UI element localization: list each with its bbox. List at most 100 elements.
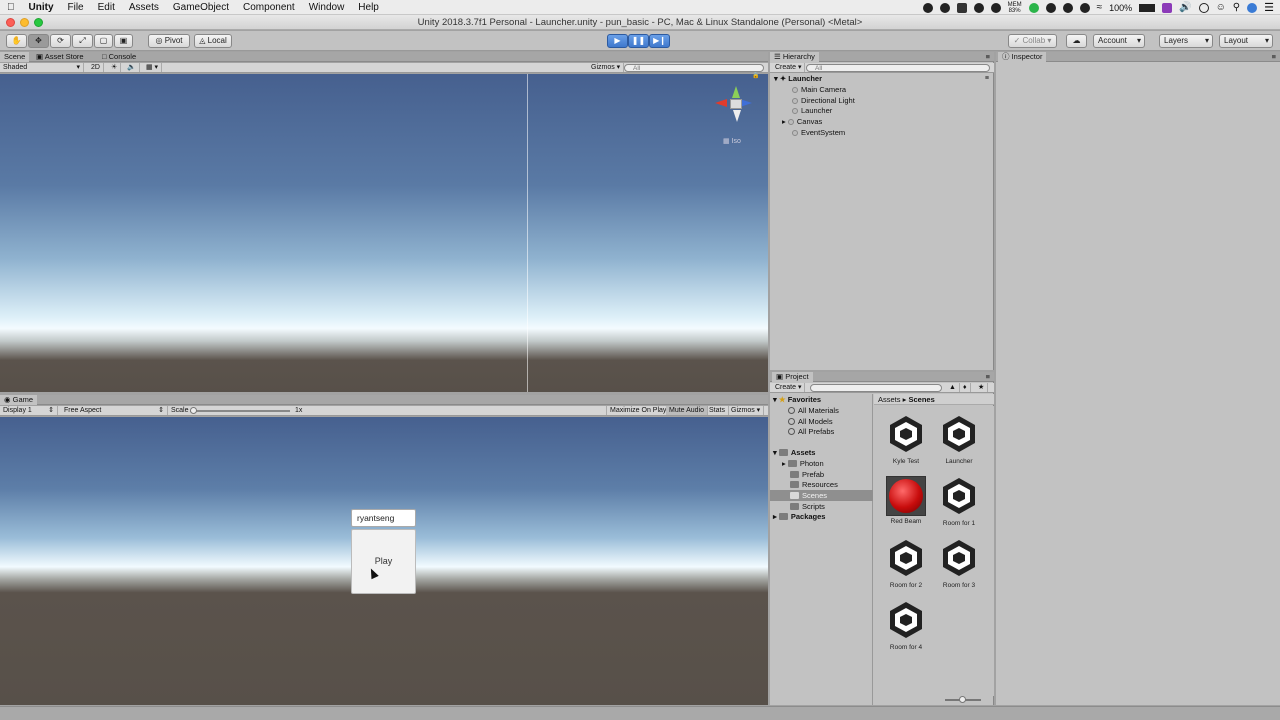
close-window-button[interactable] xyxy=(6,18,15,27)
battery-icon[interactable] xyxy=(1139,3,1156,12)
stats-toggle[interactable]: Stats xyxy=(706,406,729,415)
menu-edit[interactable]: Edit xyxy=(91,2,122,13)
maximize-on-play-toggle[interactable]: Maximize On Play xyxy=(606,406,671,415)
lighting-toggle[interactable]: ☀ xyxy=(108,63,122,72)
time-machine-icon[interactable] xyxy=(1062,2,1073,13)
favorite-all-models[interactable]: All Models xyxy=(788,417,833,428)
menu-help[interactable]: Help xyxy=(351,2,386,13)
bluetooth-icon[interactable] xyxy=(1079,2,1090,13)
asset-room-for-2[interactable]: Room for 2 xyxy=(882,538,930,589)
asset-room-for-4[interactable]: Room for 4 xyxy=(882,600,930,651)
asset-red-beam[interactable]: Red Beam xyxy=(882,476,930,525)
favorite-star-icon[interactable]: ★ xyxy=(975,383,989,392)
tab-console[interactable]: □ Console xyxy=(98,52,140,62)
aspect-dropdown[interactable]: Free Aspect ⇕ xyxy=(61,406,168,415)
project-create-dropdown[interactable]: Create ▾ xyxy=(772,383,806,392)
wifi-icon[interactable]: ≈ xyxy=(1097,2,1103,13)
assets-root[interactable]: ▾ Assets xyxy=(773,448,815,459)
clock-icon[interactable] xyxy=(1198,2,1209,13)
scale-tool-button[interactable]: ⤢ xyxy=(72,34,93,48)
move-tool-button[interactable]: ✥ xyxy=(28,34,49,48)
project-search-input[interactable] xyxy=(810,384,942,392)
user-icon[interactable]: ☺ xyxy=(1216,2,1226,13)
panel-menu-icon[interactable]: ≡ xyxy=(1272,52,1276,62)
tab-asset-store[interactable]: ▣ Asset Store xyxy=(32,52,88,62)
favorite-all-materials[interactable]: All Materials xyxy=(788,406,839,417)
spotlight-icon[interactable]: ⚲ xyxy=(1233,2,1240,13)
spotify-icon[interactable] xyxy=(1028,2,1039,13)
tab-game[interactable]: ◉ Game xyxy=(0,395,38,405)
play-button[interactable]: ▶ xyxy=(607,34,628,48)
hierarchy-item-eventsystem[interactable]: EventSystem xyxy=(792,128,845,139)
account-dropdown[interactable]: Account ▾ xyxy=(1093,34,1145,48)
hierarchy-create-dropdown[interactable]: Create ▾ xyxy=(772,63,806,72)
hierarchy-item-directional-light[interactable]: Directional Light xyxy=(792,96,855,107)
apple-icon[interactable]:  xyxy=(0,2,22,13)
pause-button[interactable]: ❚❚ xyxy=(628,34,649,48)
asset-kyle-test[interactable]: Kyle Test xyxy=(882,414,930,465)
lock-icon[interactable]: 🔒 xyxy=(752,72,759,79)
rotate-tool-button[interactable]: ⟳ xyxy=(50,34,71,48)
asset-room-for-1[interactable]: Room for 1 xyxy=(935,476,983,527)
2d-toggle[interactable]: 2D xyxy=(88,63,104,72)
player-name-input[interactable]: ryantseng xyxy=(351,509,416,527)
folder-scenes[interactable]: Scenes xyxy=(790,491,827,502)
menu-assets[interactable]: Assets xyxy=(122,2,166,13)
play-game-button[interactable]: Play xyxy=(351,529,416,594)
menu-component[interactable]: Component xyxy=(236,2,302,13)
audio-toggle[interactable]: 🔈 xyxy=(124,63,140,72)
panel-menu-icon[interactable]: ≡ xyxy=(986,372,990,382)
asset-room-for-3[interactable]: Room for 3 xyxy=(935,538,983,589)
asset-launcher[interactable]: Launcher xyxy=(935,414,983,465)
hierarchy-search-input[interactable]: All xyxy=(806,64,990,72)
effects-dropdown[interactable]: ▦ ▾ xyxy=(143,63,163,72)
menu-file[interactable]: File xyxy=(61,2,91,13)
hierarchy-item-main-camera[interactable]: Main Camera xyxy=(792,85,846,96)
notification-center-icon[interactable]: ☰ xyxy=(1264,1,1274,14)
game-gizmos-dropdown[interactable]: Gizmos ▾ xyxy=(728,406,765,415)
filter-label-icon[interactable]: ♦ xyxy=(960,383,971,392)
menu-window[interactable]: Window xyxy=(302,2,352,13)
memory-meter[interactable]: MEM 83% xyxy=(1008,2,1022,14)
battery-label[interactable]: 100% xyxy=(1109,3,1132,13)
menu-gameobject[interactable]: GameObject xyxy=(166,2,236,13)
pivot-toggle[interactable]: ◎ Pivot xyxy=(148,34,190,48)
minimize-window-button[interactable] xyxy=(20,18,29,27)
panel-menu-icon[interactable]: ≡ xyxy=(986,52,990,62)
cloud-icon[interactable] xyxy=(973,2,984,13)
tab-scene[interactable]: Scene xyxy=(0,52,30,62)
breadcrumb-scenes[interactable]: Scenes xyxy=(908,395,934,404)
dropbox-icon[interactable] xyxy=(956,2,967,13)
layers-dropdown[interactable]: Layers ▾ xyxy=(1159,34,1213,48)
menu-unity[interactable]: Unity xyxy=(22,2,61,13)
hierarchy-scene-root[interactable]: ▾ ✦ Launcher xyxy=(774,74,822,85)
asset-size-slider[interactable] xyxy=(945,696,981,703)
local-toggle[interactable]: ◬ Local xyxy=(194,34,232,48)
hierarchy-item-canvas[interactable]: ▸ Canvas xyxy=(782,117,822,128)
packages-root[interactable]: ▸ Packages xyxy=(773,512,825,523)
persp-label[interactable]: ▦ Iso xyxy=(723,137,741,145)
transform-tool-button[interactable]: ▣ xyxy=(114,34,133,48)
tab-hierarchy[interactable]: ☰ Hierarchy xyxy=(770,52,819,62)
yahoo-icon[interactable] xyxy=(1162,2,1173,13)
favorites-root[interactable]: ▾ ★ Favorites xyxy=(773,395,821,406)
folder-prefab[interactable]: Prefab xyxy=(790,470,824,481)
app-icon[interactable] xyxy=(939,2,950,13)
filter-type-icon[interactable]: ▲ xyxy=(946,383,960,392)
cloud-button[interactable]: ☁ xyxy=(1066,34,1087,48)
tab-project[interactable]: ▣ Project xyxy=(772,372,813,382)
gizmos-dropdown[interactable]: Gizmos ▾ xyxy=(588,63,625,72)
scale-slider[interactable] xyxy=(190,407,290,414)
folder-photon[interactable]: ▸ Photon xyxy=(782,459,824,470)
hierarchy-item-launcher[interactable]: Launcher xyxy=(792,106,832,117)
record-icon[interactable] xyxy=(922,2,933,13)
mute-audio-toggle[interactable]: Mute Audio xyxy=(666,406,709,415)
folder-scripts[interactable]: Scripts xyxy=(790,502,825,513)
siri-icon[interactable] xyxy=(1247,2,1258,13)
scale-slider-thumb[interactable] xyxy=(190,407,197,414)
sync-icon[interactable] xyxy=(990,2,1001,13)
game-view[interactable]: ryantseng Play xyxy=(0,417,768,705)
breadcrumb-assets[interactable]: Assets xyxy=(878,395,901,404)
scene-view[interactable]: ▦ Iso 🔒 xyxy=(0,72,768,392)
folder-resources[interactable]: Resources xyxy=(790,480,838,491)
